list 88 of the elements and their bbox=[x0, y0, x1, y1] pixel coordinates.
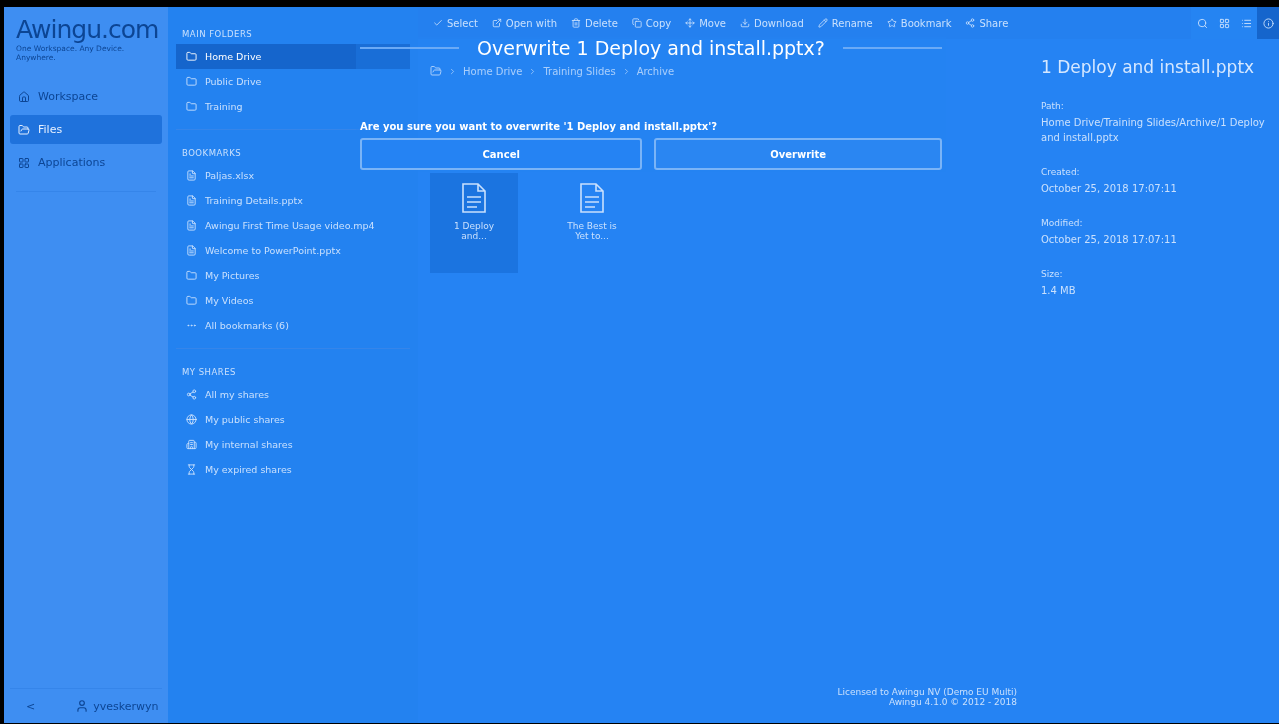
folder-item[interactable]: Home Drive bbox=[176, 44, 410, 69]
home-icon bbox=[18, 90, 30, 103]
section-title: MY SHARES bbox=[181, 366, 237, 379]
nav-item[interactable]: Applications bbox=[10, 148, 162, 177]
folder-icon bbox=[18, 123, 30, 136]
share-icon bbox=[965, 18, 976, 28]
info-icon bbox=[1262, 17, 1274, 29]
section-title: BOOKMARKS bbox=[181, 147, 243, 160]
folder-item[interactable]: My public shares bbox=[176, 407, 410, 432]
toolbar-button[interactable]: Download bbox=[733, 17, 811, 29]
nav-item[interactable]: Files bbox=[10, 115, 162, 144]
folder-item[interactable]: Awingu First Time Usage video.mp4 bbox=[176, 213, 410, 238]
chevron-icon bbox=[448, 66, 457, 76]
pencil-icon bbox=[817, 18, 828, 28]
folder-item[interactable]: Training bbox=[176, 94, 410, 119]
section-title: MAIN FOLDERS bbox=[181, 28, 254, 41]
document-icon bbox=[186, 170, 197, 181]
toolbar-button[interactable]: Delete bbox=[563, 17, 625, 29]
file-name: The Best is Yet to... bbox=[566, 221, 618, 241]
collapse-button[interactable]: < bbox=[26, 699, 36, 713]
toolbar-button[interactable]: Bookmark bbox=[879, 17, 959, 29]
user-name[interactable]: yveskerwyn bbox=[93, 699, 159, 713]
detail-label: Modified: bbox=[1041, 218, 1084, 228]
breadcrumb-link[interactable]: Home Drive bbox=[463, 65, 523, 77]
file-tile[interactable]: The Best is Yet to... bbox=[548, 173, 636, 273]
grid-icon bbox=[1218, 17, 1230, 29]
toolbar-button[interactable]: Move bbox=[678, 17, 734, 29]
folder-icon bbox=[186, 101, 197, 112]
breadcrumb-link[interactable]: Archive bbox=[636, 65, 675, 77]
folder-item[interactable]: Welcome to PowerPoint.pptx bbox=[176, 238, 410, 263]
folder-icon bbox=[186, 270, 197, 281]
view-button[interactable] bbox=[1257, 7, 1279, 39]
move-icon bbox=[685, 18, 696, 28]
folder-icon bbox=[186, 51, 197, 62]
grid-icon bbox=[18, 156, 30, 169]
detail-label: Size: bbox=[1041, 269, 1064, 279]
file-name: 1 Deploy and... bbox=[452, 221, 496, 241]
file-tile[interactable]: 1 Deploy and... bbox=[430, 173, 518, 273]
download-icon bbox=[740, 18, 751, 28]
folder-item[interactable]: My expired shares bbox=[176, 457, 410, 482]
hourglass-icon bbox=[186, 464, 197, 475]
check-icon bbox=[433, 18, 443, 28]
folder-icon bbox=[430, 65, 442, 77]
user-icon bbox=[75, 699, 90, 713]
nav-item[interactable]: Workspace bbox=[10, 82, 162, 111]
detail-label: Created: bbox=[1041, 167, 1081, 177]
toolbar-button[interactable]: Rename bbox=[810, 17, 880, 29]
document-icon bbox=[186, 220, 197, 231]
breadcrumb-link[interactable]: Training Slides bbox=[543, 65, 616, 77]
detail-value: 1.4 MB bbox=[1041, 284, 1077, 298]
search-icon bbox=[1196, 17, 1208, 29]
folder-icon bbox=[186, 76, 197, 87]
folder-item[interactable]: My internal shares bbox=[176, 432, 410, 457]
folder-item[interactable]: Training Details.pptx bbox=[176, 188, 410, 213]
folder-item[interactable]: Public Drive bbox=[176, 69, 410, 94]
details-title: 1 Deploy and install.pptx bbox=[1041, 57, 1256, 77]
document-icon bbox=[186, 195, 197, 206]
toolbar-button[interactable]: Share bbox=[958, 17, 1016, 29]
detail-value: Home Drive/Training Slides/Archive/1 Deploy and install.pptx bbox=[1041, 116, 1266, 145]
document-icon bbox=[186, 245, 197, 256]
globe-icon bbox=[186, 414, 197, 425]
folder-item[interactable]: My Videos bbox=[176, 288, 410, 313]
external-link-icon bbox=[491, 18, 502, 28]
folder-item[interactable]: All my shares bbox=[176, 382, 410, 407]
detail-label: Path: bbox=[1041, 101, 1065, 111]
share-icon bbox=[186, 389, 197, 400]
footer-text: Awingu 4.1.0 © 2012 - 2018 bbox=[887, 697, 1017, 707]
detail-value: October 25, 2018 17:07:11 bbox=[1041, 233, 1178, 247]
folder-item[interactable]: All bookmarks (6) bbox=[176, 313, 410, 338]
detail-value: October 25, 2018 17:07:11 bbox=[1041, 182, 1178, 196]
logo: Awingu.com bbox=[15, 15, 160, 44]
dialog-button[interactable]: Cancel bbox=[360, 138, 643, 170]
document-icon bbox=[462, 183, 486, 213]
toolbar-button[interactable]: Select bbox=[426, 17, 485, 29]
copy-icon bbox=[631, 18, 642, 28]
toolbar-button[interactable]: Copy bbox=[624, 17, 679, 29]
dialog-button[interactable]: Overwrite bbox=[654, 138, 942, 170]
footer-text: Licensed to Awingu NV (Demo EU Multi) bbox=[836, 687, 1017, 697]
trash-icon bbox=[570, 18, 581, 28]
document-icon bbox=[580, 183, 604, 213]
building-icon bbox=[186, 439, 197, 450]
list-icon bbox=[1240, 17, 1252, 29]
dialog-message: Are you sure you want to overwrite '1 Deploy and install.pptx'? bbox=[360, 121, 719, 132]
folder-icon bbox=[186, 295, 197, 306]
folder-item[interactable]: My Pictures bbox=[176, 263, 410, 288]
star-icon bbox=[886, 18, 897, 28]
dialog-title: Overwrite 1 Deploy and install.pptx? bbox=[477, 37, 825, 59]
toolbar-button[interactable]: Open with bbox=[484, 17, 564, 29]
